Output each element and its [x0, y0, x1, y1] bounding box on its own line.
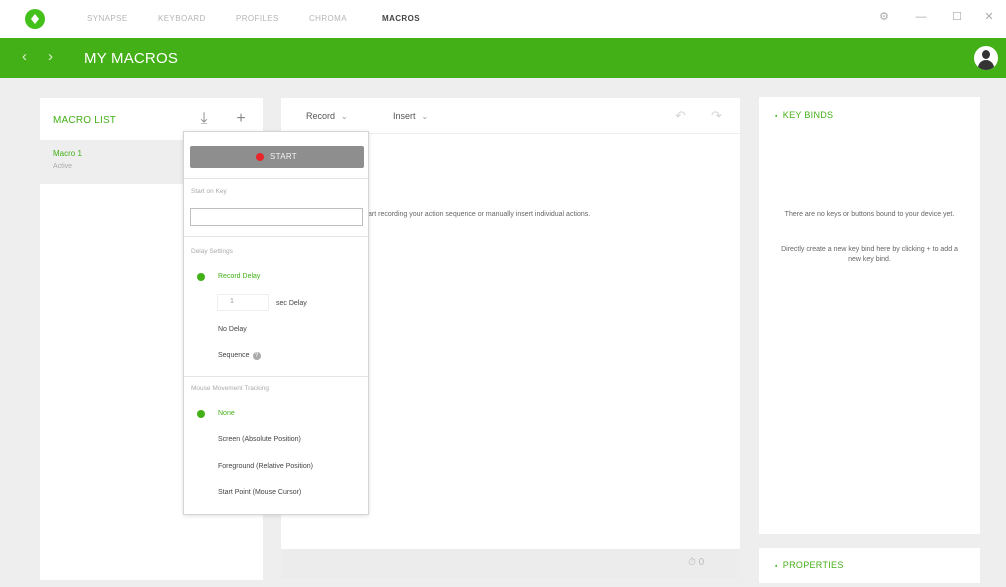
key-binds-header[interactable]: ▪ KEY BINDS: [775, 110, 833, 120]
macro-list-title: MACRO LIST: [53, 115, 117, 126]
record-dropdown[interactable]: Record ⌄: [306, 111, 348, 121]
option-no-delay[interactable]: No Delay: [218, 326, 247, 333]
record-settings-popup: START Start on Key Delay Settings Record…: [183, 131, 369, 515]
option-sequence-label: Sequence: [218, 352, 250, 359]
top-nav: SYNAPSE KEYBOARD PROFILES CHROMA MACROS …: [0, 0, 1006, 38]
user-avatar-icon[interactable]: [974, 46, 998, 70]
properties-title: PROPERTIES: [782, 560, 844, 570]
properties-panel: ▪ PROPERTIES: [759, 548, 980, 583]
option-sequence[interactable]: Sequence?: [218, 352, 261, 360]
key-binds-empty-text: There are no keys or buttons bound to yo…: [784, 211, 955, 218]
option-record-delay[interactable]: Record Delay: [218, 273, 260, 280]
nav-keyboard[interactable]: KEYBOARD: [158, 14, 206, 23]
back-arrow-icon[interactable]: ‹: [22, 49, 27, 65]
add-macro-icon[interactable]: +: [232, 110, 250, 128]
key-binds-title: KEY BINDS: [782, 110, 834, 120]
macro-item-name: Macro 1: [53, 149, 82, 158]
macro-item-status: Active: [53, 163, 73, 170]
timer-icon[interactable]: ⏱ 0: [688, 557, 704, 568]
divider: [184, 376, 368, 377]
option-mouse-none[interactable]: None: [218, 410, 235, 417]
key-binds-panel: ▪ KEY BINDS There are no keys or buttons …: [759, 97, 980, 534]
editor-footer: ⏱ 0: [281, 549, 740, 578]
razer-logo[interactable]: [25, 9, 45, 29]
nav-macros[interactable]: MACROS: [382, 14, 420, 23]
option-sec-delay[interactable]: sec Delay: [276, 300, 307, 307]
delay-settings-label: Delay Settings: [191, 248, 233, 255]
nav-synapse[interactable]: SYNAPSE: [87, 14, 128, 23]
collapse-dot-icon: ▪: [775, 113, 778, 120]
editor-toolbar: Record ⌄ Insert ⌄ ↶ ↷: [281, 98, 740, 134]
chevron-down-icon: ⌄: [341, 112, 348, 121]
close-icon[interactable]: ✕: [982, 10, 996, 24]
properties-header[interactable]: ▪ PROPERTIES: [775, 560, 844, 570]
maximize-icon[interactable]: ☐: [950, 10, 964, 24]
divider: [184, 236, 368, 237]
option-screen-absolute[interactable]: Screen (Absolute Position): [218, 436, 301, 443]
import-icon[interactable]: ⤓: [195, 110, 213, 128]
start-key-input[interactable]: [190, 208, 363, 226]
option-foreground-relative[interactable]: Foreground (Relative Position): [218, 463, 313, 470]
insert-dropdown-label: Insert: [393, 111, 416, 121]
option-start-point[interactable]: Start Point (Mouse Cursor): [218, 489, 301, 496]
start-label: START: [270, 152, 297, 161]
page-title: MY MACROS: [84, 50, 179, 67]
delay-seconds-input[interactable]: 1: [217, 294, 269, 311]
settings-icon[interactable]: ⚙: [877, 10, 891, 24]
radio-record-delay[interactable]: [197, 273, 205, 281]
start-key-label: Start on Key: [191, 188, 227, 195]
page-header: ‹ › MY MACROS: [0, 38, 1006, 78]
key-binds-help-text: Directly create a new key bind here by c…: [781, 246, 958, 263]
help-icon[interactable]: ?: [252, 352, 261, 360]
nav-profiles[interactable]: PROFILES: [236, 14, 279, 23]
redo-icon[interactable]: ↷: [711, 108, 722, 124]
divider: [184, 178, 368, 179]
record-dropdown-label: Record: [306, 111, 336, 121]
collapse-dot-icon: ▪: [775, 563, 778, 570]
insert-dropdown[interactable]: Insert ⌄: [393, 111, 428, 121]
start-record-button[interactable]: START: [190, 146, 364, 168]
nav-chroma[interactable]: CHROMA: [309, 14, 347, 23]
radio-mouse-none[interactable]: [197, 410, 205, 418]
minimize-icon[interactable]: —: [914, 10, 928, 24]
mouse-tracking-label: Mouse Movement Tracking: [191, 385, 270, 392]
undo-icon[interactable]: ↶: [675, 108, 686, 124]
editor-hint-text: art recording your action sequence or ma…: [368, 211, 591, 218]
record-dot-icon: [256, 153, 264, 161]
chevron-down-icon: ⌄: [421, 112, 429, 121]
forward-arrow-icon[interactable]: ›: [48, 49, 53, 65]
razer-logo-icon: [31, 14, 39, 24]
